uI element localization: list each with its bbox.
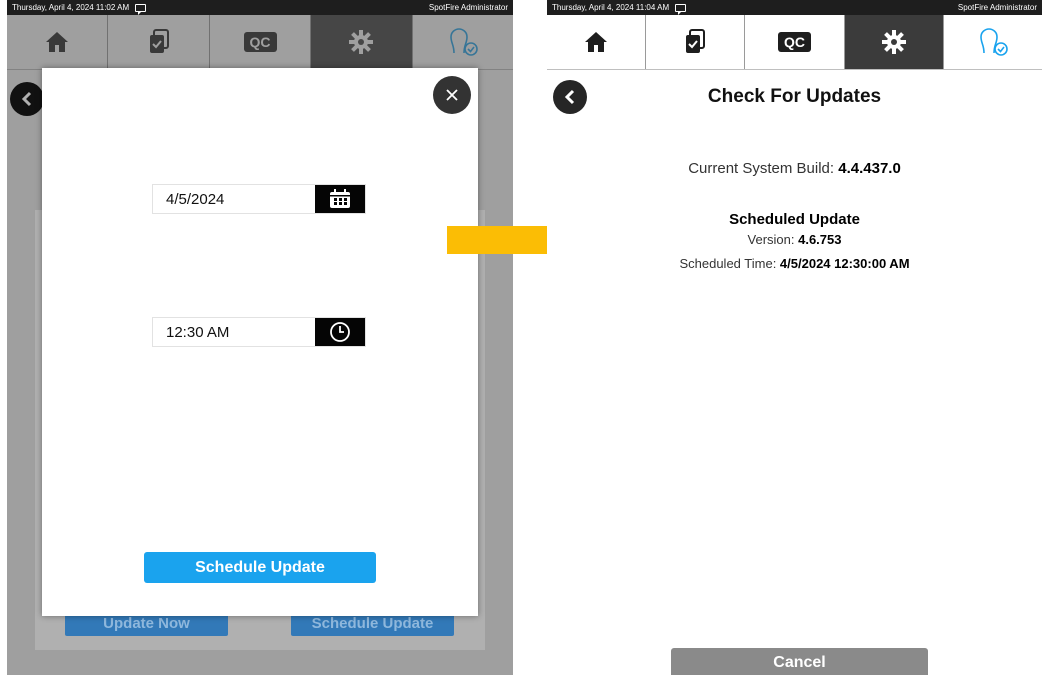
message-icon[interactable] xyxy=(135,3,147,15)
version-line: Version: 4.6.753 xyxy=(547,232,1042,247)
gear-icon xyxy=(881,30,906,54)
time-input[interactable] xyxy=(153,318,315,346)
scheduled-time-line: Scheduled Time: 4/5/2024 12:30:00 AM xyxy=(547,256,1042,271)
close-button[interactable] xyxy=(433,76,471,114)
date-input[interactable] xyxy=(153,185,315,213)
current-build-value: 4.4.437.0 xyxy=(838,160,901,177)
nav-qc-button[interactable]: QC xyxy=(745,15,845,69)
schedule-modal: Schedule Update xyxy=(42,68,478,616)
version-label: Version: xyxy=(747,232,799,247)
nav-bar: QC xyxy=(547,15,1042,70)
scheduled-time-label: Scheduled Time: xyxy=(679,256,780,271)
status-user: SpotFire Administrator xyxy=(957,3,1037,12)
status-datetime: Thursday, April 4, 2024 11:02 AM xyxy=(12,3,130,12)
scheduled-update-heading: Scheduled Update xyxy=(729,211,860,228)
time-field xyxy=(152,317,366,347)
message-icon[interactable] xyxy=(675,3,687,15)
current-build-line: Current System Build: 4.4.437.0 xyxy=(547,160,1042,177)
nav-home-button[interactable] xyxy=(547,15,647,69)
nav-settings-button[interactable] xyxy=(844,15,944,69)
cancel-button[interactable]: Cancel xyxy=(671,648,928,675)
qc-icon: QC xyxy=(778,32,811,52)
close-icon xyxy=(446,89,458,101)
status-user: SpotFire Administrator xyxy=(428,3,508,12)
status-datetime: Thursday, April 4, 2024 11:04 AM xyxy=(552,3,670,12)
nav-user-button[interactable] xyxy=(943,15,1042,69)
calendar-icon xyxy=(330,189,350,208)
home-icon xyxy=(585,32,608,52)
version-value: 4.6.753 xyxy=(798,232,842,247)
copy-check-icon xyxy=(686,29,706,53)
date-field xyxy=(152,184,366,214)
clock-icon xyxy=(330,322,350,342)
left-screen: Thursday, April 4, 2024 11:02 AM SpotFir… xyxy=(7,0,513,675)
page-title: Check For Updates xyxy=(707,86,882,107)
schedule-update-button[interactable]: Schedule Update xyxy=(144,552,376,583)
current-build-label: Current System Build: xyxy=(688,160,839,177)
date-picker-button[interactable] xyxy=(315,185,365,213)
user-check-icon xyxy=(980,28,1008,56)
right-screen: Thursday, April 4, 2024 11:04 AM SpotFir… xyxy=(547,0,1042,675)
status-bar: Thursday, April 4, 2024 11:04 AM SpotFir… xyxy=(547,0,1042,15)
nav-tasks-button[interactable] xyxy=(646,15,746,69)
scheduled-time-value: 4/5/2024 12:30:00 AM xyxy=(779,256,910,271)
status-bar: Thursday, April 4, 2024 11:02 AM SpotFir… xyxy=(7,0,513,15)
back-icon xyxy=(21,91,32,107)
back-button[interactable] xyxy=(10,82,44,116)
time-picker-button[interactable] xyxy=(315,318,365,346)
